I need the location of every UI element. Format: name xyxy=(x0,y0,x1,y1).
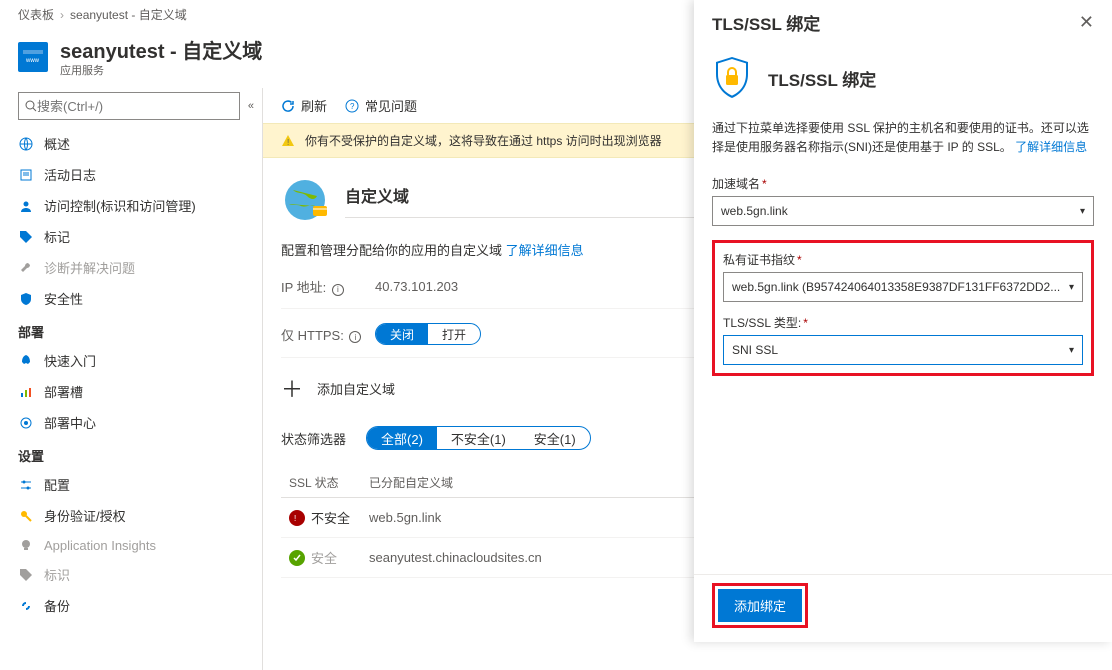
chevron-down-icon: ▾ xyxy=(1069,282,1074,293)
warning-icon: ! xyxy=(281,134,295,148)
info-icon[interactable]: i xyxy=(349,331,361,343)
wrench-icon xyxy=(18,260,34,276)
thumbprint-select[interactable]: web.5gn.link (B957424064013358E9387DF131… xyxy=(723,272,1083,302)
warning-text: 你有不受保护的自定义域，这将导致在通过 https 访问时出现浏览器 xyxy=(305,132,662,149)
thumb-label: 私有证书指纹* xyxy=(723,251,1083,268)
ssl-type-select[interactable]: SNI SSL ▾ xyxy=(723,335,1083,365)
log-icon xyxy=(18,167,34,183)
highlight-annotation: 私有证书指纹* web.5gn.link (B957424064013358E9… xyxy=(712,240,1094,376)
panel-learn-more-link[interactable]: 了解详细信息 xyxy=(1015,140,1087,154)
sliders-icon xyxy=(18,477,34,493)
info-icon[interactable]: i xyxy=(332,284,344,296)
nav-group-deploy: 部署 xyxy=(0,314,262,345)
slots-icon xyxy=(18,384,34,400)
type-label: TLS/SSL 类型:* xyxy=(723,314,1083,331)
filter-insecure[interactable]: 不安全(1) xyxy=(437,427,520,449)
nav-security[interactable]: 安全性 xyxy=(0,283,262,314)
insecure-badge-icon: ! xyxy=(289,510,305,526)
nav-overview[interactable]: 概述 xyxy=(0,128,262,159)
globe-icon xyxy=(18,136,34,152)
nav-deploy-center[interactable]: 部署中心 xyxy=(0,407,262,438)
filter-secure[interactable]: 安全(1) xyxy=(520,427,590,449)
chevron-down-icon: ▾ xyxy=(1080,206,1085,217)
shield-lock-icon xyxy=(712,55,752,101)
nav-identity[interactable]: 标识 xyxy=(0,559,262,590)
search-icon xyxy=(25,100,37,112)
panel-inner-title: TLS/SSL 绑定 xyxy=(768,66,876,91)
nav-backup[interactable]: 备份 xyxy=(0,590,262,621)
filter-all[interactable]: 全部(2) xyxy=(367,427,437,449)
chevron-down-icon: ▾ xyxy=(1069,345,1074,356)
chevron-right-icon: › xyxy=(60,8,64,22)
plus-icon: ＋ xyxy=(281,372,303,404)
svg-text:?: ? xyxy=(350,102,355,111)
nav-tags[interactable]: 标记 xyxy=(0,221,262,252)
person-icon xyxy=(18,198,34,214)
nav-activity-log[interactable]: 活动日志 xyxy=(0,159,262,190)
highlight-annotation: 添加绑定 xyxy=(712,583,808,628)
page-subtitle: 应用服务 xyxy=(60,62,262,78)
rocket-icon xyxy=(18,353,34,369)
deploy-icon xyxy=(18,415,34,431)
secure-badge-icon xyxy=(289,550,305,566)
globe-illustration-icon xyxy=(281,176,329,224)
svg-text:!: ! xyxy=(294,514,296,522)
bulb-icon xyxy=(18,537,34,553)
status-filter-pills: 全部(2) 不安全(1) 安全(1) xyxy=(366,426,591,450)
nav-diagnose[interactable]: 诊断并解决问题 xyxy=(0,252,262,283)
filter-label: 状态筛选器 xyxy=(281,429,346,448)
nav-app-insights[interactable]: Application Insights xyxy=(0,531,262,559)
search-input[interactable] xyxy=(37,99,233,114)
panel-title: TLS/SSL 绑定 xyxy=(712,10,820,35)
nav-auth[interactable]: 身份验证/授权 xyxy=(0,500,262,531)
nav-access-control[interactable]: 访问控制(标识和访问管理) xyxy=(0,190,262,221)
key-icon xyxy=(18,508,34,524)
learn-more-link[interactable]: 了解详细信息 xyxy=(506,243,584,258)
nav-group-settings: 设置 xyxy=(0,438,262,469)
link-icon xyxy=(18,598,34,614)
faq-button[interactable]: ? 常见问题 xyxy=(345,96,417,115)
close-icon[interactable]: ✕ xyxy=(1079,12,1094,33)
add-binding-button[interactable]: 添加绑定 xyxy=(718,589,802,622)
nav-quickstart[interactable]: 快速入门 xyxy=(0,345,262,376)
app-service-icon: www xyxy=(18,42,48,72)
ip-value: 40.73.101.203 xyxy=(375,279,575,294)
tag-icon xyxy=(18,229,34,245)
toggle-off[interactable]: 关闭 xyxy=(376,324,428,344)
https-toggle[interactable]: 关闭 打开 xyxy=(375,323,481,345)
nav-slots[interactable]: 部署槽 xyxy=(0,376,262,407)
hostname-label: 加速域名* xyxy=(712,175,1094,192)
breadcrumb-root[interactable]: 仪表板 xyxy=(18,6,54,23)
sidebar: « 概述 活动日志 访问控制(标识和访问管理) 标记 诊断并解决问题 安全性 部… xyxy=(0,88,262,670)
refresh-icon xyxy=(281,99,295,113)
hostname-select[interactable]: web.5gn.link ▾ xyxy=(712,196,1094,226)
toggle-on[interactable]: 打开 xyxy=(428,324,480,344)
nav-config[interactable]: 配置 xyxy=(0,469,262,500)
shield-icon xyxy=(18,291,34,307)
breadcrumb-leaf: seanyutest - 自定义域 xyxy=(70,6,187,23)
search-input-wrapper[interactable] xyxy=(18,92,240,120)
page-title: seanyutest - 自定义域 xyxy=(60,35,262,64)
tls-ssl-binding-panel: TLS/SSL 绑定 ✕ TLS/SSL 绑定 通过下拉菜单选择要使用 SSL … xyxy=(694,0,1112,642)
question-icon: ? xyxy=(345,99,359,113)
collapse-sidebar-icon[interactable]: « xyxy=(248,100,254,112)
svg-text:!: ! xyxy=(287,138,289,147)
panel-description: 通过下拉菜单选择要使用 SSL 保护的主机名和要使用的证书。还可以选择是使用服务… xyxy=(712,119,1094,157)
tag-icon xyxy=(18,567,34,583)
svg-text:www: www xyxy=(25,58,40,64)
refresh-button[interactable]: 刷新 xyxy=(281,96,327,115)
